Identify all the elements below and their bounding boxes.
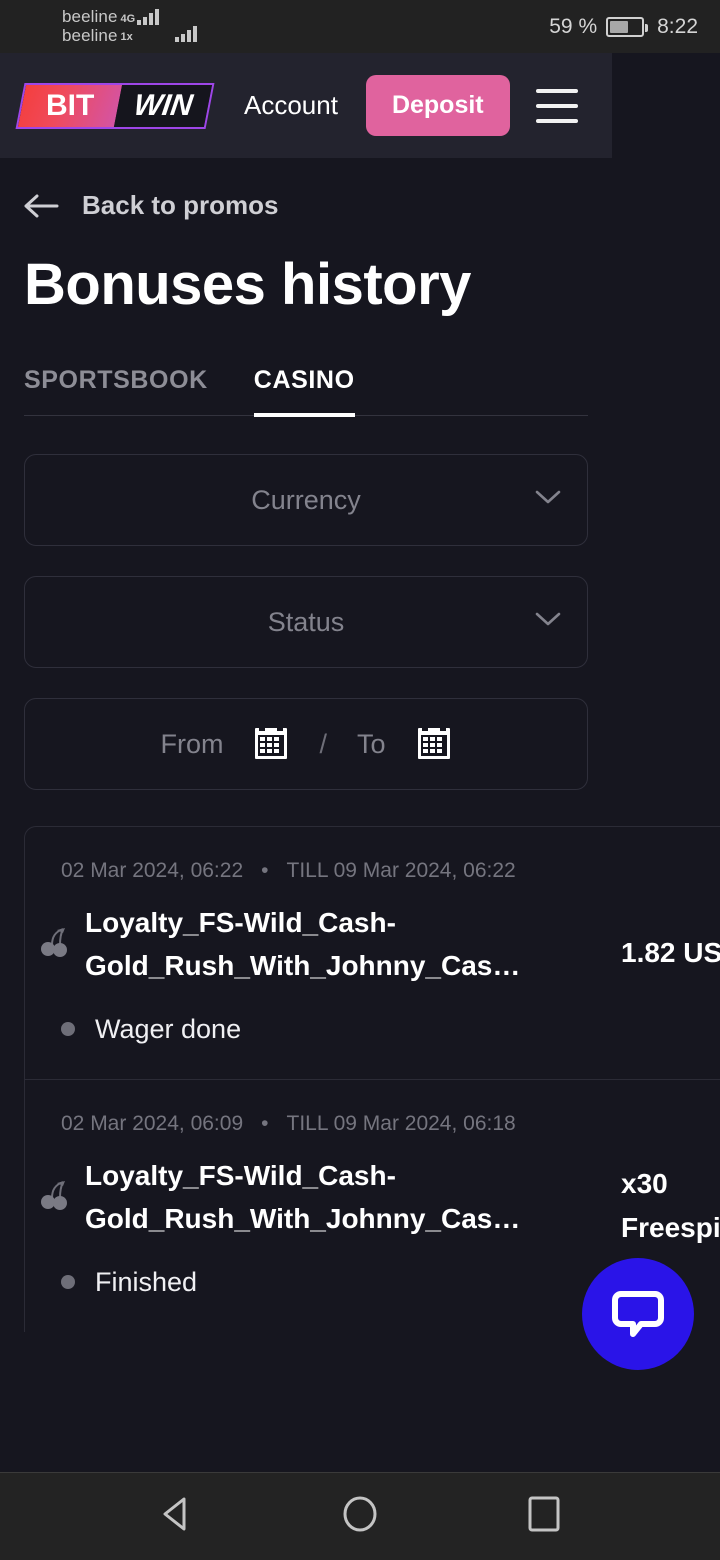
signal-bars-icon-2 — [175, 25, 198, 42]
nav-back-button[interactable] — [159, 1495, 193, 1538]
bonus-start-date: 02 Mar 2024, 06:22 — [61, 859, 244, 882]
android-nav-bar — [0, 1472, 720, 1560]
date-separator: / — [319, 728, 327, 759]
square-recents-icon — [527, 1494, 561, 1539]
app-header: BIT WIN Account Deposit — [0, 53, 612, 158]
date-from-picker[interactable]: From — [160, 723, 289, 766]
status-select[interactable]: Status — [24, 576, 588, 668]
signal-bars-icon-1 — [137, 8, 160, 26]
android-status-bar: beeline 4G beeline 1x 59 % 8:22 — [0, 0, 720, 53]
bonus-list-item[interactable]: 02 Mar 2024, 06:22 • TILL 09 Mar 2024, 0… — [24, 826, 720, 1079]
battery-icon — [606, 16, 649, 37]
cherries-icon — [39, 1178, 67, 1217]
arrow-left-icon — [24, 193, 60, 219]
deposit-button[interactable]: Deposit — [365, 75, 510, 136]
tab-sportsbook[interactable]: SPORTSBOOK — [24, 366, 208, 417]
status-dot-icon — [61, 1022, 75, 1037]
chevron-down-icon — [535, 490, 561, 510]
logo-text-bit: BIT — [45, 88, 95, 122]
nav-recents-button[interactable] — [527, 1494, 561, 1539]
cherries-icon — [39, 925, 67, 964]
bonus-status-label: Finished — [95, 1266, 198, 1297]
tab-casino[interactable]: CASINO — [253, 366, 355, 417]
bonus-history-list: 02 Mar 2024, 06:22 • TILL 09 Mar 2024, 0… — [24, 826, 720, 1370]
bonus-title: Loyalty_FS-Wild_Cash-Gold_Rush_With_John… — [85, 907, 521, 982]
back-label: Back to promos — [82, 190, 279, 220]
bonus-dates: 02 Mar 2024, 06:09 • TILL 09 Mar 2024, 0… — [61, 1112, 587, 1136]
bonus-title: Loyalty_FS-Wild_Cash-Gold_Rush_With_John… — [85, 1159, 521, 1235]
date-range-filter: From / To — [24, 698, 588, 790]
account-link[interactable]: Account — [244, 90, 338, 121]
currency-label: Currency — [251, 484, 361, 515]
circle-home-icon — [341, 1494, 379, 1539]
triangle-back-icon — [159, 1495, 193, 1538]
live-chat-button[interactable] — [582, 1257, 694, 1370]
hamburger-icon[interactable] — [535, 88, 578, 123]
bonus-dates: 02 Mar 2024, 06:22 • TILL 09 Mar 2024, 0… — [61, 859, 587, 883]
page-title: Bonuses history — [24, 252, 471, 317]
calendar-icon — [253, 723, 289, 766]
carrier-name-1: beeline — [62, 7, 118, 27]
network-type-2: 1x — [120, 30, 133, 43]
date-to-picker[interactable]: To — [357, 723, 452, 766]
back-to-promos-link[interactable]: Back to promos — [24, 190, 720, 221]
bitwin-logo[interactable]: BIT WIN — [15, 82, 215, 129]
bonus-amount-label: 1.82 USD — [621, 937, 720, 969]
currency-select[interactable]: Currency — [24, 454, 588, 546]
status-label: Status — [267, 606, 345, 637]
bonus-status: Wager done — [61, 1014, 587, 1045]
status-bar-carriers: beeline 4G beeline 1x — [62, 7, 198, 45]
nav-home-button[interactable] — [341, 1494, 379, 1539]
bonus-amount: 1.82 USD — [587, 827, 720, 1079]
bonus-end-date: TILL 09 Mar 2024, 06:22 — [286, 859, 516, 882]
status-dot-icon — [61, 1275, 75, 1290]
bonus-start-date: 02 Mar 2024, 06:09 — [61, 1111, 244, 1135]
status-bar-clock: 8:22 — [657, 14, 698, 38]
filter-section: Currency Status From / To — [24, 454, 588, 790]
tab-bar: SPORTSBOOK CASINO — [24, 366, 588, 417]
bonus-date-separator: • — [261, 859, 269, 882]
bonus-status: Finished — [61, 1267, 587, 1298]
network-type-1: 4G — [120, 12, 136, 25]
from-label: From — [160, 728, 224, 759]
chevron-down-icon — [535, 612, 561, 632]
logo-text-win: WIN — [131, 88, 195, 122]
battery-percent-label: 59 % — [549, 14, 598, 38]
bonus-date-separator: • — [261, 1111, 269, 1135]
carrier-name-2: beeline — [62, 25, 118, 45]
calendar-icon — [416, 723, 452, 766]
bonus-amount-label: x30 Freespins — [621, 1168, 720, 1243]
chat-bubble-icon — [609, 1282, 667, 1345]
status-bar-right: 59 % 8:22 — [549, 15, 698, 39]
bonus-status-label: Wager done — [95, 1013, 242, 1044]
bonus-end-date: TILL 09 Mar 2024, 06:18 — [286, 1111, 516, 1135]
to-label: To — [356, 728, 386, 759]
page-content: Back to promos Bonuses history SPORTSBOO… — [0, 158, 720, 1370]
